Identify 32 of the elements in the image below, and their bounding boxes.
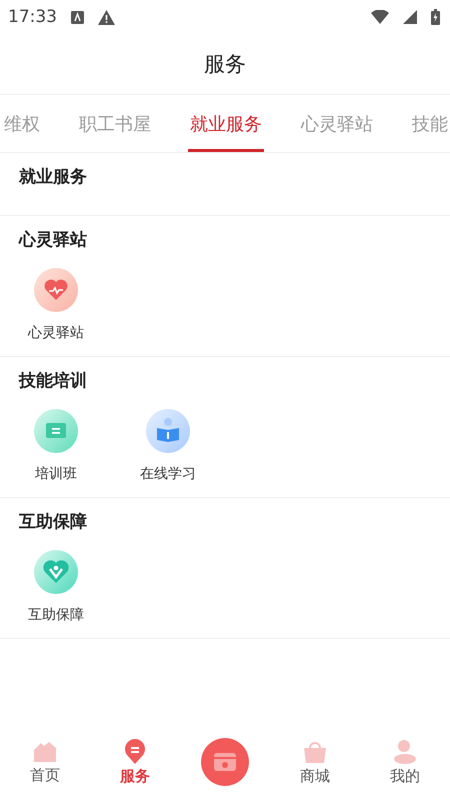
- section-title: 心灵驿站: [18, 229, 88, 252]
- section-title: 互助保障: [18, 511, 88, 534]
- user-icon[interactable]: [392, 738, 418, 764]
- card-button[interactable]: [201, 738, 249, 786]
- page-title: 服务: [204, 51, 246, 78]
- wifi-icon: [371, 10, 389, 24]
- service-label[interactable]: 在线学习: [140, 465, 196, 483]
- house-icon[interactable]: [32, 740, 58, 764]
- nav-label[interactable]: 我的: [390, 766, 420, 786]
- keyboard-icon: [71, 10, 84, 24]
- service-label[interactable]: 培训班: [35, 465, 77, 483]
- heart-pulse-icon[interactable]: [34, 268, 78, 312]
- heart-person-icon[interactable]: [34, 550, 78, 594]
- nav-tab[interactable]: 首页: [0, 740, 90, 784]
- signal-icon: [403, 10, 417, 24]
- section-title: 技能培训: [18, 370, 88, 393]
- service-label[interactable]: 互助保障: [28, 606, 84, 624]
- status-time: 17:33: [8, 7, 57, 27]
- section-title: 就业服务: [18, 166, 88, 189]
- nav-label[interactable]: 服务: [120, 766, 150, 786]
- board-icon[interactable]: [34, 409, 78, 453]
- pin-icon[interactable]: [123, 738, 147, 764]
- nav-tab[interactable]: 我的: [360, 738, 450, 786]
- reader-icon[interactable]: [146, 409, 190, 453]
- nav-tab[interactable]: 服务: [90, 738, 180, 786]
- service-label[interactable]: 心灵驿站: [28, 324, 84, 342]
- category-tab[interactable]: 就业服务: [188, 95, 264, 152]
- nav-label[interactable]: 首页: [30, 766, 60, 784]
- nav-label[interactable]: 商城: [300, 766, 330, 786]
- warning-icon: [98, 10, 115, 24]
- nav-tab[interactable]: 商城: [270, 738, 360, 786]
- battery-icon: [431, 9, 440, 25]
